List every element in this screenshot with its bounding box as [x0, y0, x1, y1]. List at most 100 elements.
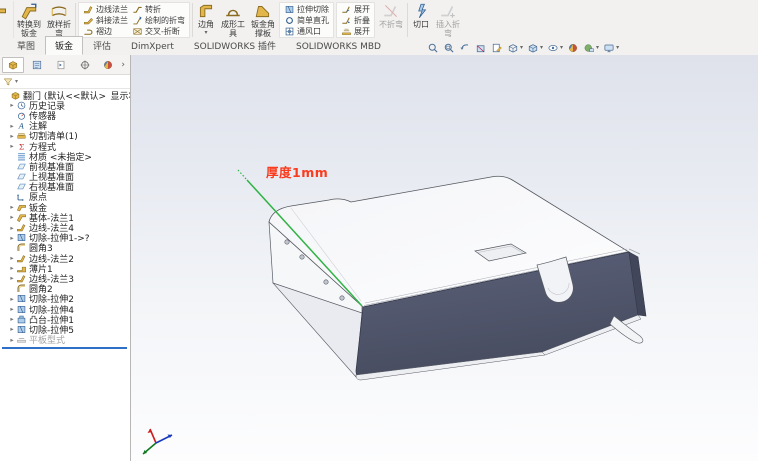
vent-button[interactable]: 通风口	[284, 26, 329, 37]
tab-SOLIDWORKS 插件[interactable]: SOLIDWORKS 插件	[184, 36, 286, 55]
flatten-button[interactable]: 展开	[341, 26, 370, 37]
expand-arrow-icon[interactable]: ▸	[8, 224, 16, 232]
edge-flange-button[interactable]: 边线法兰	[83, 4, 128, 15]
cross-break-button[interactable]: 交叉-折断	[132, 26, 185, 37]
tree-item[interactable]: ▸边线-法兰2	[0, 253, 130, 263]
orientation-triad	[136, 425, 178, 459]
svg-text:Σ: Σ	[19, 142, 24, 151]
sheet-metal-part[interactable]	[238, 170, 646, 380]
chevron-down-icon: ▾	[540, 45, 543, 51]
clipped-ribbon-button[interactable]	[0, 1, 14, 39]
configurationmanager-tab[interactable]	[50, 57, 72, 73]
expand-arrow-icon[interactable]: ▸	[8, 315, 16, 323]
dynamic-annotation-views-button[interactable]	[491, 42, 503, 54]
insert-bends-button[interactable]: 插入折弯	[433, 1, 463, 39]
displaymanager-tab[interactable]	[98, 57, 120, 73]
tree-item[interactable]: 原点	[0, 192, 130, 202]
tree-item[interactable]: ▸Σ方程式	[0, 141, 130, 151]
expand-arrow-icon[interactable]: ▸	[8, 336, 16, 344]
forming-tool-button[interactable]: 成形工具	[218, 1, 248, 39]
corner-button[interactable]: 边角▾	[194, 1, 218, 39]
feature-tree: 翻门 (默认<<默认>_显示状态 1>)->?▸历史记录传感器▸A注解▸切割清单…	[0, 89, 130, 345]
tree-item[interactable]: ▸A注解	[0, 121, 130, 131]
tree-root-item[interactable]: 翻门 (默认<<默认>_显示状态 1>)->?	[0, 90, 130, 100]
expand-arrow-icon[interactable]: ▸	[8, 274, 16, 282]
viewport[interactable]: 厚度1mm	[131, 55, 758, 461]
display-style-button[interactable]: ▾	[527, 42, 543, 54]
tab-评估[interactable]: 评估	[83, 36, 121, 55]
tree-item[interactable]: 圆角2	[0, 284, 130, 294]
propertymanager-tab[interactable]	[26, 57, 48, 73]
tree-item[interactable]: 前视基准面	[0, 161, 130, 171]
rip-button[interactable]: 切口	[409, 1, 433, 39]
tree-item[interactable]: 传感器	[0, 110, 130, 120]
previous-view-button[interactable]	[459, 42, 471, 54]
expand-arrow-icon[interactable]: ▸	[8, 132, 16, 140]
hide-show-items-button[interactable]: ▾	[547, 42, 563, 54]
tree-filter[interactable]: ▾	[0, 75, 130, 89]
expand-arrow-icon[interactable]: ▸	[8, 142, 16, 150]
heads-up-toolbar: ▾ ▾ ▾ ▾ ▾	[427, 40, 619, 55]
view-orientation-button[interactable]: ▾	[507, 42, 523, 54]
tab-SOLIDWORKS MBD[interactable]: SOLIDWORKS MBD	[286, 39, 391, 55]
tree-item-label: 切除-拉伸1->?	[29, 233, 90, 243]
tree-item[interactable]: ▸平板型式	[0, 335, 130, 345]
tab-DimXpert[interactable]: DimXpert	[121, 39, 184, 55]
convert-to-sheet-metal-button[interactable]: 转换到钣金	[14, 1, 44, 39]
tree-item[interactable]: ▸凸台-拉伸1	[0, 314, 130, 324]
model-canvas[interactable]	[131, 55, 758, 461]
no-bends-button[interactable]: 不折弯	[376, 1, 406, 39]
expand-arrow-icon[interactable]: ▸	[8, 203, 16, 211]
tree-item[interactable]: 圆角3	[0, 243, 130, 253]
tree-item[interactable]: ▸边线-法兰3	[0, 273, 130, 283]
tree-item[interactable]: 右视基准面	[0, 182, 130, 192]
origin-icon	[16, 192, 27, 202]
plane-icon	[16, 161, 27, 171]
zoom-to-fit-button[interactable]	[427, 42, 439, 54]
tree-item[interactable]: 材质 <未指定>	[0, 151, 130, 161]
sheet-metal-gusset-button[interactable]: 钣金角撑板	[248, 1, 278, 39]
zoom-to-area-button[interactable]	[443, 42, 455, 54]
tab-草图[interactable]: 草图	[7, 36, 45, 55]
expand-arrow-icon[interactable]: ▸	[8, 213, 16, 221]
expand-arrow-icon[interactable]: ▸	[8, 295, 16, 303]
tree-item[interactable]: ▸切割清单(1)	[0, 131, 130, 141]
edit-appearance-button[interactable]	[567, 42, 579, 54]
tree-item[interactable]: ▸基体-法兰1	[0, 212, 130, 222]
expand-arrow-icon[interactable]: ▸	[8, 305, 16, 313]
tree-item[interactable]: ▸边线-法兰4	[0, 222, 130, 232]
expand-arrow-icon[interactable]: ▸	[8, 234, 16, 242]
expand-arrow-icon[interactable]: ▸	[8, 325, 16, 333]
panel-expand-chevron[interactable]: ›	[121, 60, 128, 70]
expand-arrow-icon[interactable]: ▸	[8, 122, 16, 130]
tree-item[interactable]: ▸历史记录	[0, 100, 130, 110]
unfold-button[interactable]: 展开	[341, 4, 370, 15]
chevron-down-icon: ▾	[560, 45, 563, 51]
featuremanager-design-tree-tab[interactable]	[2, 57, 24, 73]
expand-arrow-icon[interactable]: ▸	[8, 264, 16, 272]
nobend-icon	[382, 2, 400, 20]
view-settings-button[interactable]: ▾	[603, 42, 619, 54]
tree-item[interactable]: 上视基准面	[0, 172, 130, 182]
tree-item[interactable]: ▸切除-拉伸2	[0, 294, 130, 304]
fold-button[interactable]: 折叠	[341, 15, 370, 26]
tree-item[interactable]: ▸切除-拉伸4	[0, 304, 130, 314]
expand-arrow-icon[interactable]: ▸	[8, 101, 16, 109]
simple-hole-button[interactable]: 简单直孔	[284, 15, 329, 26]
jog-button[interactable]: 转折	[132, 4, 185, 15]
extruded-cut-button[interactable]: 拉伸切除	[284, 4, 329, 15]
expand-arrow-icon[interactable]: ▸	[8, 254, 16, 262]
rollback-bar[interactable]	[2, 347, 127, 349]
sketched-bend-button[interactable]: 绘制的折弯	[132, 15, 185, 26]
tree-item[interactable]: ▸钣金	[0, 202, 130, 212]
dimxpertmanager-tab[interactable]	[74, 57, 96, 73]
tree-item[interactable]: ▸ 切除-拉伸1->?	[0, 233, 130, 243]
tab-钣金[interactable]: 钣金	[45, 36, 83, 55]
section-view-button[interactable]	[475, 42, 487, 54]
flatten-label: 展开	[354, 26, 370, 37]
tree-item[interactable]: ▸切除-拉伸5	[0, 324, 130, 334]
miter-flange-button[interactable]: 斜接法兰	[83, 15, 128, 26]
apply-scene-button[interactable]: ▾	[583, 42, 599, 54]
lofted-bend-button[interactable]: 放样折弯	[44, 1, 74, 39]
tree-item[interactable]: ▸薄片1	[0, 263, 130, 273]
